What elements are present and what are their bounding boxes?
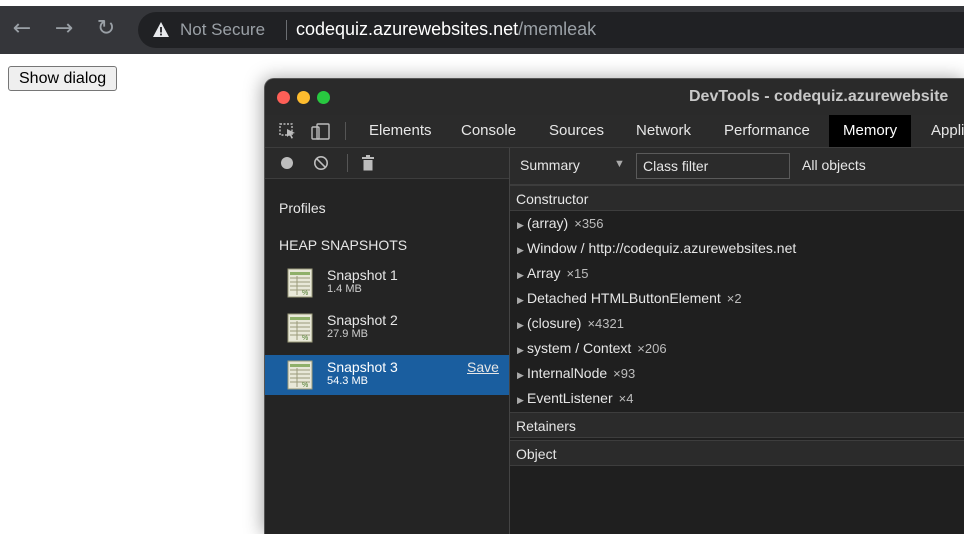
omnibox-divider [286, 20, 287, 40]
row-name: Array [527, 265, 561, 281]
expand-triangle-icon[interactable]: ▶ [517, 388, 527, 413]
warning-icon [153, 22, 169, 37]
row-name: Detached HTMLButtonElement [527, 290, 721, 306]
inspect-element-icon[interactable] [279, 123, 297, 139]
heap-view-toolbar: Summary ▼ All objects [510, 148, 964, 185]
snapshot-item[interactable]: % Snapshot 2 27.9 MB [265, 308, 509, 348]
address-bar[interactable]: Not Secure codequiz.azurewebsites.net/me… [138, 12, 964, 48]
snapshot-icon: % [287, 268, 313, 298]
row-count: ×4321 [587, 316, 624, 331]
table-row[interactable]: ▶ (closure) ×4321 [510, 311, 964, 336]
browser-toolbar: ← → ↻ Not Secure codequiz.azurewebsites.… [0, 6, 964, 54]
profiles-sidebar: Profiles HEAP SNAPSHOTS % Snapshot 1 1.4… [265, 148, 510, 534]
table-row[interactable]: ▶ system / Context ×206 [510, 336, 964, 361]
heap-snapshots-heading: HEAP SNAPSHOTS [279, 237, 408, 253]
devtools-tabbar: Elements Console Sources Network Perform… [265, 115, 964, 148]
object-column-header[interactable]: Object [510, 440, 964, 466]
tab-memory[interactable]: Memory [829, 115, 912, 147]
row-count: ×356 [574, 216, 604, 231]
tab-elements[interactable]: Elements [369, 115, 432, 147]
minimize-window-button[interactable] [297, 91, 310, 104]
devtools-titlebar: DevTools - codequiz.azurewebsite [265, 79, 964, 115]
tab-performance[interactable]: Performance [724, 115, 810, 147]
retainers-header[interactable]: Retainers [510, 412, 964, 438]
table-row[interactable]: ▶ Window / http://codequiz.azurewebsites.… [510, 236, 964, 261]
tab-console[interactable]: Console [461, 115, 516, 147]
url-path: /memleak [518, 19, 597, 39]
tab-network[interactable]: Network [636, 115, 691, 147]
snapshot-size: 27.9 MB [327, 328, 368, 340]
row-name: InternalNode [527, 365, 608, 381]
svg-text:%: % [302, 290, 308, 297]
trash-icon[interactable] [361, 155, 375, 171]
expand-triangle-icon[interactable]: ▶ [517, 363, 527, 388]
heap-view-panel: Summary ▼ All objects Constructor ▶(arra… [510, 148, 964, 534]
show-dialog-button[interactable]: Show dialog [8, 66, 118, 91]
url-host: codequiz.azurewebsites.net [296, 19, 519, 39]
device-toolbar-icon[interactable] [311, 123, 331, 141]
zoom-window-button[interactable] [317, 91, 330, 104]
expand-triangle-icon[interactable]: ▶ [517, 313, 527, 338]
reload-icon[interactable]: ↻ [94, 16, 118, 42]
svg-text:%: % [302, 382, 308, 389]
row-count: ×15 [566, 266, 589, 281]
table-row[interactable]: ▶ InternalNode ×93 [510, 361, 964, 386]
expand-triangle-icon[interactable]: ▶ [517, 238, 527, 263]
close-window-button[interactable] [277, 91, 290, 104]
tab-sources[interactable]: Sources [549, 115, 604, 147]
snapshot-size: 54.3 MB [327, 375, 368, 387]
row-name: EventListener [527, 390, 613, 406]
expand-triangle-icon[interactable]: ▶ [517, 213, 527, 238]
class-filter-input[interactable] [636, 153, 790, 179]
objects-select[interactable]: All objects [802, 157, 866, 173]
clear-icon[interactable] [313, 155, 329, 171]
row-count: ×93 [613, 366, 636, 381]
back-arrow-icon[interactable]: ← [10, 16, 34, 42]
table-row[interactable]: ▶ (array) ×356 [510, 211, 964, 236]
dropdown-arrow-icon[interactable]: ▼ [614, 158, 625, 170]
row-name: Window / http://codequiz.azurewebsites.n… [527, 240, 797, 256]
profiles-toolbar-divider [347, 154, 348, 172]
snapshot-name: Snapshot 1 [327, 267, 398, 283]
table-row[interactable]: ▶ Array ×15 [510, 261, 964, 286]
expand-triangle-icon[interactable]: ▶ [517, 263, 527, 288]
snapshot-item[interactable]: % Snapshot 1 1.4 MB [265, 263, 509, 303]
snapshot-icon: % [287, 360, 313, 390]
url-text: codequiz.azurewebsites.net/memleak [296, 19, 596, 40]
forward-arrow-icon[interactable]: → [52, 16, 76, 42]
save-snapshot-link[interactable]: Save [467, 359, 499, 375]
devtools-title: DevTools - codequiz.azurewebsite [689, 88, 949, 105]
svg-text:%: % [302, 335, 308, 342]
row-count: ×206 [637, 341, 667, 356]
row-count: ×4 [618, 391, 634, 406]
expand-triangle-icon[interactable]: ▶ [517, 288, 527, 313]
profiles-label: Profiles [279, 200, 326, 216]
record-icon[interactable] [279, 155, 295, 171]
table-row[interactable]: ▶ EventListener ×4 [510, 386, 964, 411]
tabbar-divider [345, 122, 346, 140]
security-label: Not Secure [180, 20, 266, 39]
row-name: (array) [527, 215, 569, 231]
snapshot-item-selected[interactable]: % Snapshot 3 54.3 MB Save [265, 355, 509, 395]
expand-triangle-icon[interactable]: ▶ [517, 338, 527, 363]
view-mode-select[interactable]: Summary [520, 157, 580, 173]
snapshot-name: Snapshot 3 [327, 359, 398, 375]
tab-application[interactable]: Appli [931, 115, 964, 147]
table-row[interactable]: ▶ Detached HTMLButtonElement ×2 [510, 286, 964, 311]
row-name: (closure) [527, 315, 582, 331]
snapshot-name: Snapshot 2 [327, 312, 398, 328]
row-count: ×2 [726, 291, 742, 306]
row-name: system / Context [527, 340, 632, 356]
profiles-toolbar [265, 148, 509, 179]
devtools-window: DevTools - codequiz.azurewebsite Element… [264, 78, 964, 534]
snapshot-size: 1.4 MB [327, 283, 362, 295]
constructor-column-header[interactable]: Constructor [510, 185, 964, 211]
snapshot-icon: % [287, 313, 313, 343]
